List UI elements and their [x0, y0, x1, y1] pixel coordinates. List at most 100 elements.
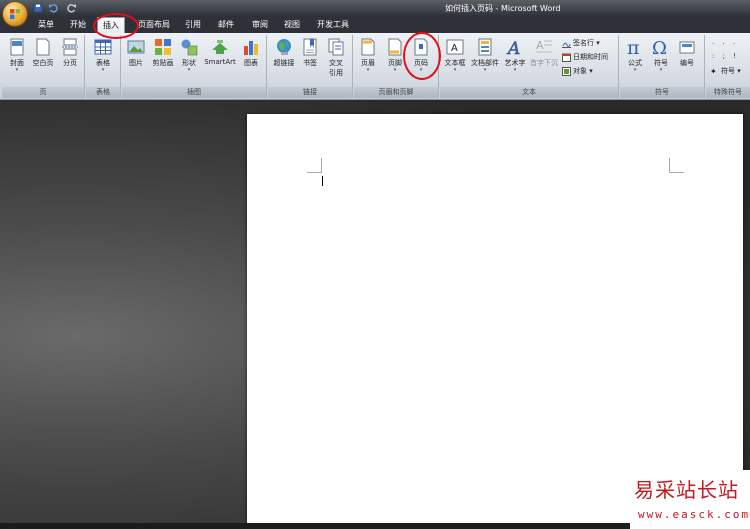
object-label: 对象 — [573, 67, 587, 75]
redo-icon[interactable] — [67, 3, 77, 13]
tab-view[interactable]: 视图 — [284, 19, 300, 30]
chevron-down-icon: ▾ — [101, 67, 105, 73]
special-symbol-grid-row-2[interactable]: : ; ! — [712, 52, 739, 60]
bookmark-button[interactable]: 书签 — [299, 38, 321, 68]
chevron-down-icon: ▾ — [15, 67, 19, 73]
chevron-down-icon: ▾ — [513, 67, 517, 73]
symbol-label: 符号 — [654, 59, 668, 67]
date-time-label: 日期和时间 — [573, 53, 608, 61]
margin-mark-top-left — [307, 158, 322, 173]
page-number-label: 页码 — [414, 59, 428, 67]
page-number-icon — [414, 38, 428, 56]
object-icon — [562, 66, 571, 76]
group-special-symbols: · · · : ; ! ✦ 符号 ▾ 特殊符号 — [706, 35, 750, 98]
tab-menu[interactable]: 菜单 — [38, 19, 54, 30]
group-symbols: π 公式 ▾ Ω 符号 ▾ 编号 符号 — [620, 35, 705, 98]
document-page[interactable] — [247, 114, 743, 529]
picture-icon — [127, 40, 145, 54]
footer-button[interactable]: 页脚 ▾ — [384, 38, 406, 73]
page-number-button[interactable]: 页码 ▾ — [410, 38, 432, 73]
cover-page-button[interactable]: 封面 ▾ — [6, 38, 28, 73]
wordart-label: 艺术字 — [504, 59, 526, 67]
group-illustrations-label: 插图 — [122, 87, 266, 98]
chevron-down-icon: ▾ — [633, 67, 637, 73]
picture-button[interactable]: 图片 — [125, 38, 147, 68]
group-pages-label: 页 — [2, 87, 84, 98]
cross-reference-label: 交叉 — [329, 59, 343, 67]
watermark: 易采站长站 www.easck.com — [630, 470, 750, 529]
numbering-button[interactable]: 编号 — [675, 38, 699, 68]
svg-text:Ω: Ω — [652, 38, 667, 56]
numbering-icon — [679, 41, 695, 54]
chevron-down-icon: ▾ — [419, 67, 423, 73]
group-text: A 文本框 ▾ 文档部件 ▾ A 艺术字 ▾ A 首字下沉 签名行 ▾ 日期和时… — [440, 35, 619, 98]
tab-insert[interactable]: 插入 — [97, 17, 125, 34]
equation-label: 公式 — [628, 59, 642, 67]
tab-page-layout[interactable]: 页面布局 — [138, 19, 170, 30]
shapes-label: 形状 — [182, 59, 196, 67]
picture-label: 图片 — [129, 59, 143, 67]
special-symbol-grid[interactable]: · · · — [712, 40, 738, 48]
drop-cap-button[interactable]: A 首字下沉 — [529, 38, 559, 68]
page-break-button[interactable]: 分页 — [59, 38, 81, 68]
signature-line-button[interactable]: 签名行 ▾ — [562, 38, 600, 48]
equation-button[interactable]: π 公式 ▾ — [623, 38, 647, 73]
quick-parts-icon — [478, 38, 492, 56]
svg-text:π: π — [627, 38, 640, 56]
app-name: Microsoft Word — [500, 4, 561, 13]
signature-line-label: 签名行 — [573, 39, 594, 47]
header-button[interactable]: 页眉 ▾ — [357, 38, 379, 73]
undo-icon[interactable] — [48, 3, 58, 13]
group-header-footer: 页眉 ▾ 页脚 ▾ 页码 ▾ 页眉和页脚 — [354, 35, 439, 98]
table-button[interactable]: 表格 ▾ — [92, 38, 114, 73]
cross-reference-button[interactable]: 交叉 引用 — [323, 38, 349, 78]
date-time-button[interactable]: 日期和时间 — [562, 52, 608, 62]
chevron-down-icon: ▾ — [453, 67, 457, 73]
smartart-label: SmartArt — [204, 58, 236, 66]
object-button[interactable]: 对象 ▾ — [562, 66, 593, 76]
tab-home[interactable]: 开始 — [70, 19, 86, 30]
symbol-button[interactable]: Ω 符号 ▾ — [649, 38, 673, 73]
table-label: 表格 — [96, 59, 110, 67]
tab-review[interactable]: 审阅 — [252, 19, 268, 30]
pi-icon: π — [627, 38, 640, 56]
text-box-icon: A — [446, 39, 464, 55]
wordart-button[interactable]: A 艺术字 ▾ — [502, 38, 528, 73]
watermark-text-cn: 易采站长站 — [634, 478, 739, 502]
watermark-text-en: www.easck.com — [638, 508, 750, 521]
cross-reference-icon — [328, 38, 344, 56]
clip-art-button[interactable]: 剪贴画 — [149, 38, 177, 68]
chart-label: 图表 — [244, 59, 258, 67]
group-special-symbols-label: 特殊符号 — [706, 87, 750, 98]
chart-button[interactable]: 图表 — [240, 38, 262, 68]
omega-icon: Ω — [652, 38, 667, 56]
footer-icon — [388, 38, 402, 56]
clip-art-label: 剪贴画 — [152, 59, 174, 67]
calendar-icon — [562, 53, 571, 62]
drop-cap-icon: A — [536, 39, 552, 53]
group-illustrations: 图片 剪贴画 形状 ▾ SmartArt 图表 插图 — [122, 35, 267, 98]
quick-parts-button[interactable]: 文档部件 ▾ — [469, 38, 501, 73]
smartart-button[interactable]: SmartArt — [202, 38, 238, 66]
shapes-button[interactable]: 形状 ▾ — [178, 38, 200, 73]
text-box-button[interactable]: A 文本框 ▾ — [442, 38, 468, 73]
status-bar — [0, 523, 630, 529]
tab-references[interactable]: 引用 — [185, 19, 201, 30]
ribbon: 封面 ▾ 空白页 分页 页 表格 ▾ 表格 图片 剪贴画 形状 ▾ SmartA… — [0, 33, 750, 100]
text-cursor — [322, 176, 323, 186]
svg-text:A: A — [536, 39, 544, 52]
group-links: 超链接 书签 交叉 引用 链接 — [268, 35, 353, 98]
office-button[interactable] — [2, 1, 28, 27]
svg-text:A: A — [506, 39, 520, 56]
globe-icon — [277, 39, 291, 55]
special-symbol-button[interactable]: ✦ 符号 ▾ — [710, 66, 741, 76]
blank-page-button[interactable]: 空白页 — [30, 38, 56, 68]
tab-developer[interactable]: 开发工具 — [317, 19, 349, 30]
save-icon[interactable] — [33, 3, 43, 13]
tab-mailings[interactable]: 邮件 — [218, 19, 234, 30]
hyperlink-button[interactable]: 超链接 — [270, 38, 298, 68]
page-break-icon — [62, 38, 78, 56]
numbering-label: 编号 — [680, 59, 694, 67]
group-symbols-label: 符号 — [620, 87, 704, 98]
document-name: 如何插入页码 — [445, 4, 493, 13]
